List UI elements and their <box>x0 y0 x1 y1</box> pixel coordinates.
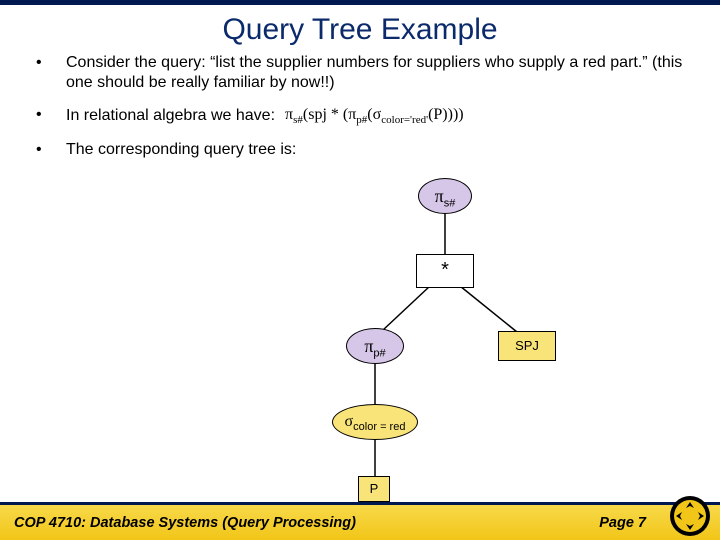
tree-node-select-color: σcolor = red <box>332 404 418 440</box>
slide-title: Query Tree Example <box>0 5 720 53</box>
footer-page: Page 7 <box>599 515 646 531</box>
tree-node-project-p: πp# <box>346 328 404 364</box>
bullet-marker: • <box>36 53 66 93</box>
tree-node-p: P <box>358 476 390 502</box>
query-tree-diagram: πs# * πp# SPJ σcolor = red P <box>0 170 720 502</box>
content-area: • Consider the query: “list the supplier… <box>0 53 720 160</box>
tree-node-join: * <box>416 254 474 288</box>
bullet-item: • In relational algebra we have: πs#(spj… <box>36 105 684 128</box>
bullet-marker: • <box>36 105 66 128</box>
ucf-logo-icon <box>668 494 712 538</box>
bullet-text: The corresponding query tree is: <box>66 140 684 160</box>
bullet-text: In relational algebra we have: <box>66 106 275 126</box>
bullet-text: Consider the query: “list the supplier n… <box>66 53 684 93</box>
bullet-item: • The corresponding query tree is: <box>36 140 684 160</box>
relational-algebra-expression: πs#(spj * (πp#(σcolor='red'(P)))) <box>285 105 464 128</box>
bullet-marker: • <box>36 140 66 160</box>
tree-node-spj: SPJ <box>498 331 556 361</box>
tree-node-project-s: πs# <box>418 178 472 214</box>
footer-course: COP 4710: Database Systems (Query Proces… <box>14 515 599 531</box>
footer-bar: COP 4710: Database Systems (Query Proces… <box>0 502 720 540</box>
bullet-item: • Consider the query: “list the supplier… <box>36 53 684 93</box>
